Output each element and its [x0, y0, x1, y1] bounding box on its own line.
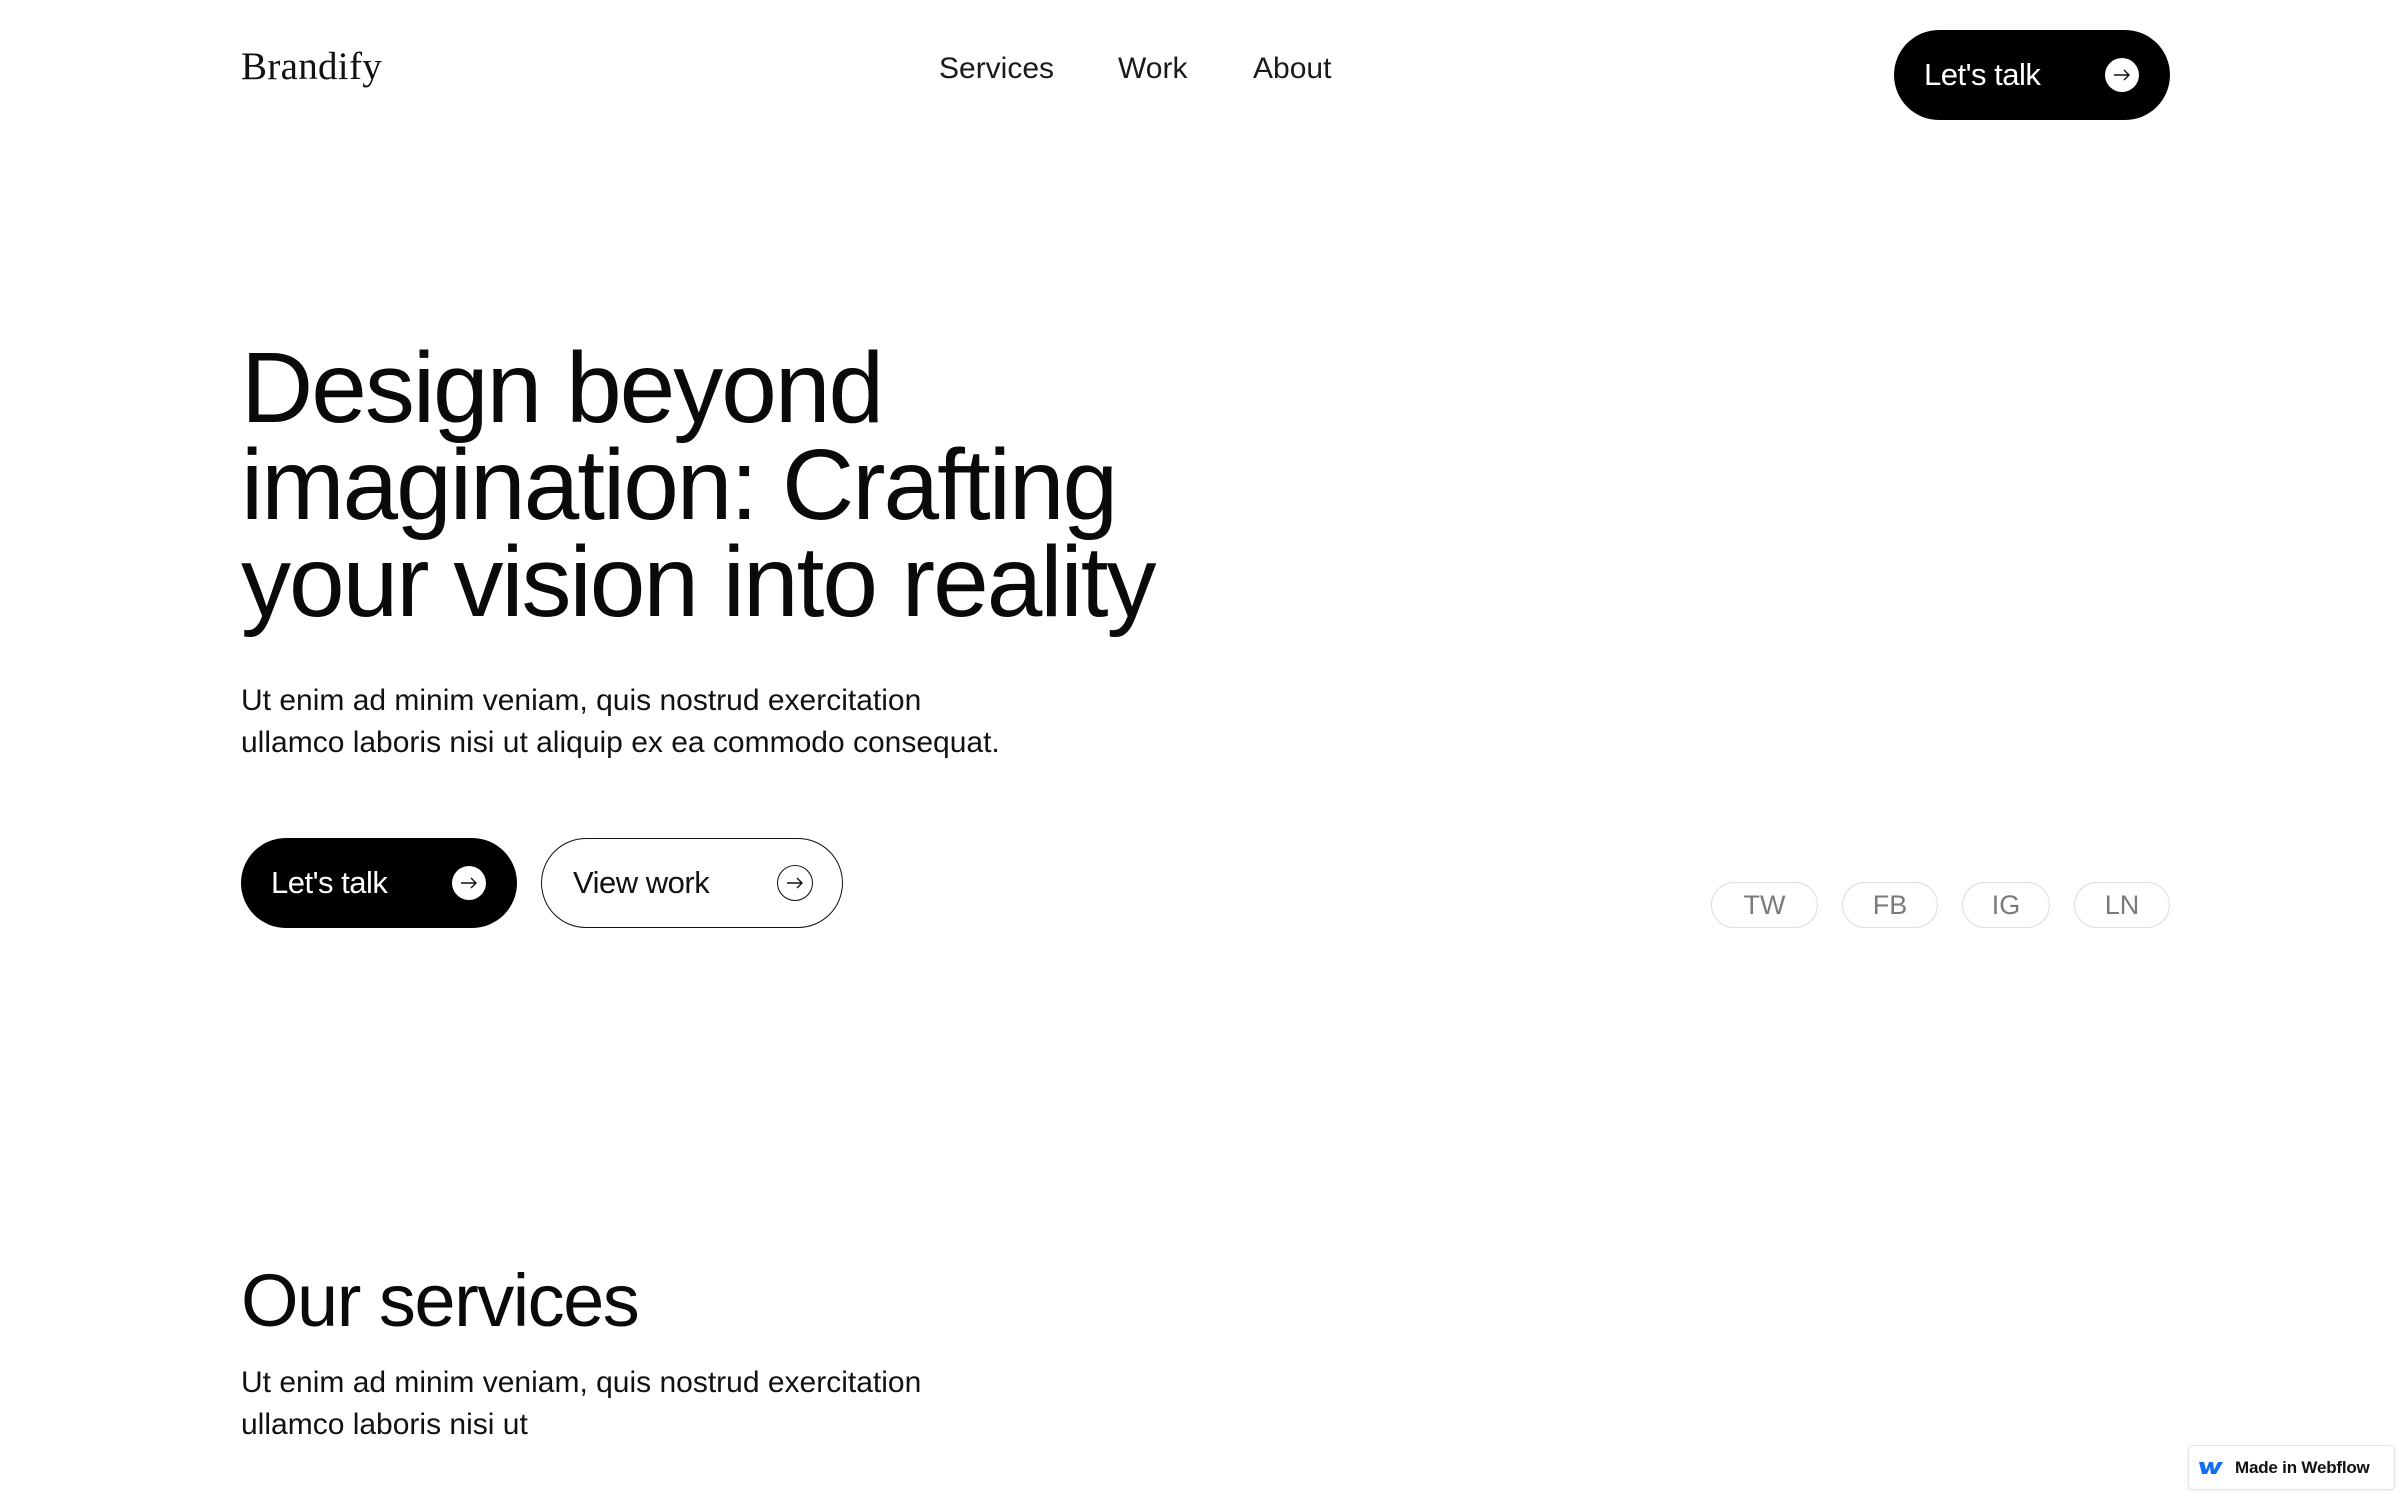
nav-services[interactable]: Services — [939, 52, 1054, 86]
services-paragraph-line: Ut enim ad minim veniam, quis nostrud ex… — [241, 1366, 922, 1399]
hero-paragraph-line: ullamco laboris nisi ut aliquip ex ea co… — [241, 726, 1000, 759]
social-linkedin-link[interactable]: LN — [2074, 882, 2170, 928]
hero-title-line: your vision into reality — [241, 526, 1157, 638]
services-paragraph: Ut enim ad minim veniam, quis nostrud ex… — [241, 1362, 921, 1446]
header-lets-talk-label: Let's talk — [1924, 57, 2041, 92]
webflow-logo-icon — [2199, 1461, 2223, 1475]
social-facebook-link[interactable]: FB — [1842, 882, 1938, 928]
arrow-right-icon — [777, 865, 813, 901]
made-in-webflow-label: Made in Webflow — [2235, 1457, 2370, 1477]
services-title: Our services — [241, 1259, 640, 1342]
hero-paragraph-line: Ut enim ad minim veniam, quis nostrud ex… — [241, 684, 922, 717]
arrow-right-icon — [2105, 58, 2139, 92]
hero-lets-talk-label: Let's talk — [271, 865, 388, 900]
nav-about[interactable]: About — [1253, 52, 1331, 86]
made-in-webflow-badge[interactable]: Made in Webflow — [2188, 1445, 2395, 1490]
view-work-label: View work — [573, 865, 710, 900]
hero-paragraph: Ut enim ad minim veniam, quis nostrud ex… — [241, 680, 1000, 764]
hero-lets-talk-button[interactable]: Let's talk — [241, 838, 517, 928]
arrow-right-icon — [452, 866, 486, 900]
brand-logo[interactable]: Brandify — [241, 44, 382, 89]
social-twitter-link[interactable]: TW — [1711, 882, 1818, 928]
services-paragraph-line: ullamco laboris nisi ut — [241, 1408, 528, 1441]
hero-title-line: imagination: Crafting — [241, 429, 1118, 541]
header-lets-talk-button[interactable]: Let's talk — [1894, 30, 2170, 120]
view-work-button[interactable]: View work — [541, 838, 843, 928]
nav-work[interactable]: Work — [1118, 52, 1187, 86]
hero-title-line: Design beyond — [241, 332, 884, 444]
social-instagram-link[interactable]: IG — [1962, 882, 2050, 928]
hero-title: Design beyond imagination: Crafting your… — [241, 332, 1291, 638]
